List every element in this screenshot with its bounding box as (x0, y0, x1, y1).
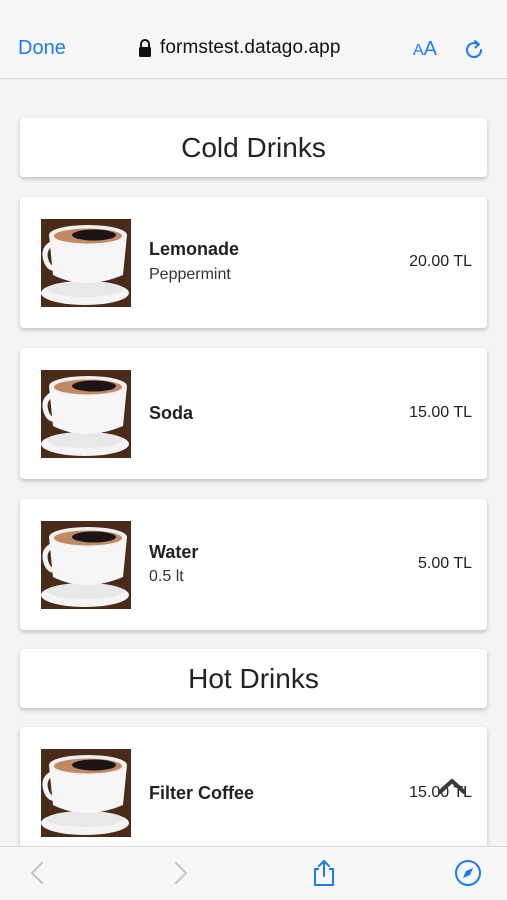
item-name: Soda (149, 403, 194, 423)
chevron-right-icon[interactable] (166, 859, 194, 887)
section-header-hot-drinks: Hot Drinks (20, 649, 487, 708)
menu-page: Cold Drinks Lemonade Peppermint 20.00 TL (0, 80, 507, 846)
chevron-up-icon[interactable] (436, 776, 468, 796)
browser-toolbar (0, 846, 507, 900)
coffee-cup-image (41, 521, 131, 609)
done-button[interactable]: Done (18, 37, 66, 60)
address-bar[interactable]: formstest.datago.app (138, 37, 341, 59)
chevron-left-icon[interactable] (24, 859, 52, 887)
compass-icon[interactable] (454, 859, 482, 887)
lock-icon (138, 39, 152, 57)
menu-item-card[interactable]: Soda 15.00 TL (20, 348, 487, 479)
item-price: 15.00 TL (409, 404, 472, 421)
item-name: Filter Coffee (149, 783, 255, 803)
coffee-cup-image (41, 370, 131, 458)
item-price: 5.00 TL (418, 555, 472, 572)
item-description: 0.5 lt (149, 568, 184, 585)
item-price: 20.00 TL (409, 253, 472, 270)
section-title: Hot Drinks (188, 662, 319, 694)
text-size-large-glyph: A (423, 38, 438, 60)
section-header-cold-drinks: Cold Drinks (20, 118, 487, 177)
share-icon[interactable] (310, 859, 338, 887)
coffee-cup-image (41, 219, 131, 307)
item-name: Lemonade (149, 239, 240, 259)
section-title: Cold Drinks (181, 131, 326, 163)
menu-item-card[interactable]: Water 0.5 lt 5.00 TL (20, 499, 487, 630)
text-size-small-glyph: A (413, 42, 424, 59)
menu-item-card[interactable]: Lemonade Peppermint 20.00 TL (20, 197, 487, 328)
reload-icon[interactable] (462, 38, 486, 62)
status-bar (0, 0, 507, 22)
item-description: Peppermint (149, 266, 231, 283)
browser-nav-bar: Done formstest.datago.app AA (0, 22, 507, 79)
coffee-cup-image (41, 749, 131, 837)
item-name: Water (149, 542, 199, 562)
text-size-button[interactable]: AA (413, 38, 437, 61)
menu-item-card[interactable]: Filter Coffee 15.00 TL (20, 727, 487, 846)
url-text: formstest.datago.app (160, 37, 341, 58)
